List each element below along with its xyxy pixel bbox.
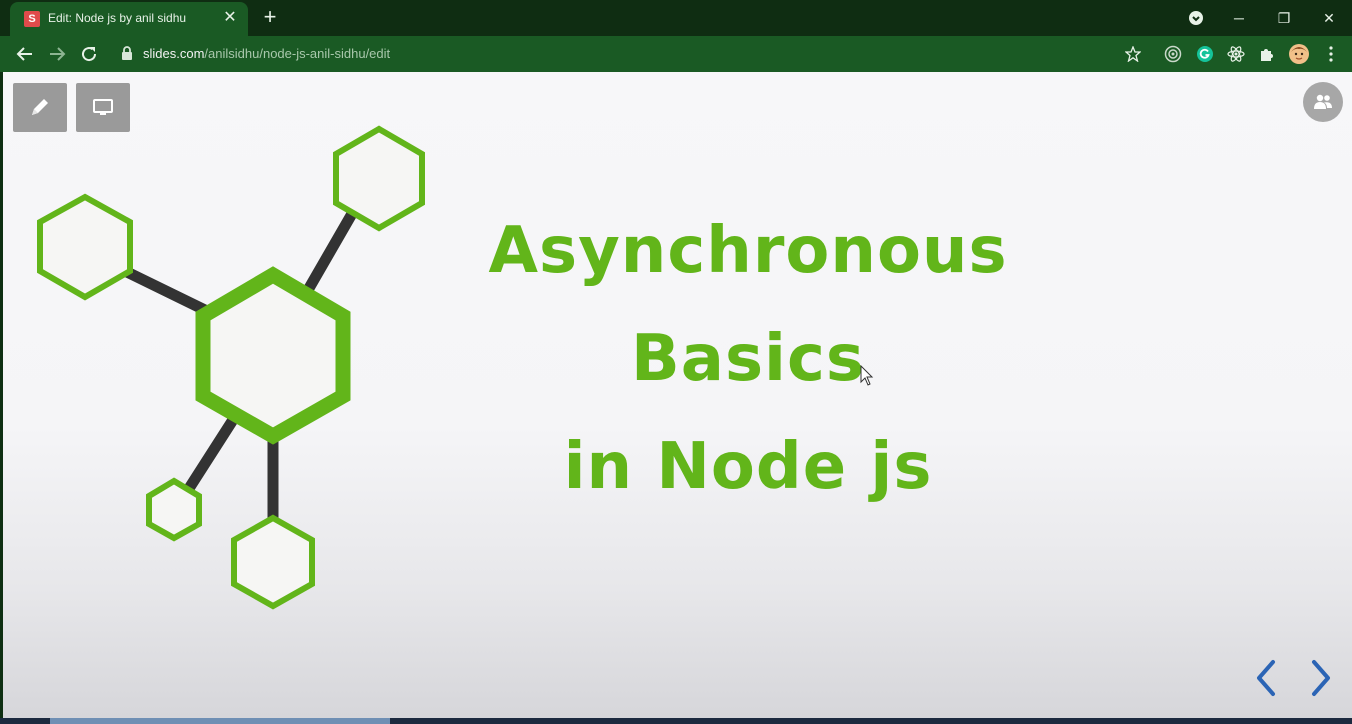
restore-button[interactable]: ❐ — [1270, 6, 1298, 30]
bond-bottom-left — [182, 406, 244, 496]
bond-left — [117, 264, 219, 320]
close-window-button[interactable]: ✕ — [1315, 6, 1343, 30]
molecule-graphic — [37, 125, 425, 610]
back-button[interactable] — [13, 42, 37, 66]
bond-top-right — [302, 206, 359, 296]
browser-menu-button[interactable] — [1320, 43, 1342, 65]
star-icon — [1124, 45, 1142, 63]
forward-arrow-icon — [50, 47, 66, 61]
reload-button[interactable] — [77, 42, 101, 66]
hex-left — [37, 193, 133, 301]
tab-strip: S Edit: Node js by anil sidhu ✕ + ─ ❐ ✕ — [0, 0, 1352, 36]
video-progress-fill — [50, 718, 390, 724]
grammarly-icon — [1197, 46, 1213, 62]
slide-title-line-1: Asynchronous — [488, 214, 1008, 288]
kebab-menu-icon — [1329, 46, 1333, 62]
puzzle-piece-icon — [1261, 49, 1273, 61]
hex-small — [146, 477, 202, 542]
video-progress-bar[interactable] — [0, 718, 1352, 724]
react-atom-icon — [1227, 46, 1245, 62]
react-devtools-button[interactable] — [1225, 43, 1247, 65]
hex-bottom — [231, 514, 315, 610]
hex-top-right — [333, 125, 425, 232]
url-path: /anilsidhu/node-js-anil-sidhu/edit — [204, 46, 391, 61]
chevron-right-icon — [1312, 660, 1330, 696]
forward-button[interactable] — [45, 42, 69, 66]
bookmark-star-button[interactable] — [1122, 43, 1144, 65]
extension-target-button[interactable] — [1162, 43, 1184, 65]
molecule-nodes — [37, 125, 425, 610]
tab-search-icon — [1189, 11, 1203, 25]
slide-title-line-3: in Node js — [563, 430, 933, 504]
browser-tab[interactable]: S Edit: Node js by anil sidhu ✕ — [10, 2, 248, 36]
slides-favicon-icon: S — [24, 11, 40, 27]
people-icon — [1314, 94, 1332, 109]
reload-icon — [82, 47, 97, 62]
grammarly-extension-button[interactable] — [1194, 43, 1216, 65]
url-host: slides.com — [143, 46, 205, 61]
target-extension-icon — [1164, 45, 1182, 63]
back-arrow-icon — [16, 47, 32, 61]
extensions-button[interactable] — [1256, 43, 1278, 65]
tab-close-button[interactable]: ✕ — [220, 8, 240, 28]
tab-search-button[interactable] — [1182, 6, 1210, 30]
chevron-left-icon — [1257, 660, 1275, 696]
slide-canvas[interactable]: Asynchronous Basics in Node js — [3, 72, 1352, 718]
browser-toolbar: slides.com/anilsidhu/node-js-anil-sidhu/… — [0, 36, 1352, 72]
previous-slide-button[interactable] — [1253, 658, 1279, 698]
collaborators-button[interactable] — [1303, 82, 1343, 122]
profile-avatar-button[interactable] — [1288, 43, 1310, 65]
minimize-button[interactable]: ─ — [1225, 6, 1253, 30]
address-bar[interactable]: slides.com/anilsidhu/node-js-anil-sidhu/… — [143, 46, 390, 61]
tab-title: Edit: Node js by anil sidhu — [48, 11, 187, 25]
browser-window: S Edit: Node js by anil sidhu ✕ + ─ ❐ ✕ — [0, 0, 1352, 724]
profile-avatar-icon — [1289, 44, 1309, 64]
lock-icon — [122, 46, 132, 60]
hex-center — [195, 266, 351, 445]
mouse-cursor-icon — [860, 365, 874, 386]
new-tab-button[interactable]: + — [258, 6, 282, 30]
next-slide-button[interactable] — [1308, 658, 1334, 698]
